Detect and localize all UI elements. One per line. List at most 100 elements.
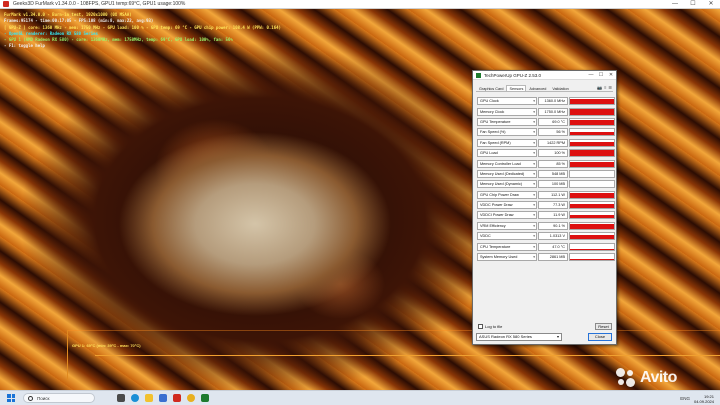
file-explorer-icon[interactable]: [145, 394, 153, 402]
tab-validation[interactable]: Validation: [549, 85, 571, 91]
minimize-button[interactable]: —: [666, 0, 684, 9]
sensor-label[interactable]: Memory Used (Dynamic) ▾: [477, 180, 537, 189]
sensor-row: GPU Load ▾ 100 %: [477, 148, 615, 158]
avito-watermark: Avito: [615, 367, 677, 389]
tab-advanced[interactable]: Advanced: [526, 85, 549, 91]
sensor-label[interactable]: Fan Speed (%) ▾: [477, 128, 537, 137]
chevron-down-icon: ▾: [533, 192, 535, 197]
sensor-label[interactable]: Memory Clock ▾: [477, 107, 537, 116]
sensor-graph: [569, 242, 615, 251]
sensor-row: Memory Used (Dedicated) ▾ 548 MB: [477, 169, 615, 179]
search-icon: [28, 395, 33, 401]
refresh-icon[interactable]: ≡: [604, 85, 606, 90]
sensor-graph-fill: [570, 120, 614, 125]
sensor-graph: [569, 232, 615, 241]
sensor-label[interactable]: GPU Clock ▾: [477, 97, 537, 106]
tab-graphics-card[interactable]: Graphics Card: [476, 85, 506, 91]
chrome-icon[interactable]: [187, 394, 195, 402]
gpuz-maximize-button[interactable]: ☐: [596, 71, 606, 80]
sensor-label[interactable]: System Memory Used ▾: [477, 253, 537, 262]
clock[interactable]: 19:21 04.09.2024: [694, 394, 714, 404]
menu-icon[interactable]: ☰: [608, 85, 612, 90]
sensor-label-text: VDDC: [480, 234, 491, 239]
sensor-label-text: Memory Used (Dynamic): [480, 182, 522, 187]
sensor-row: Memory Controller Load ▾ 85 %: [477, 158, 615, 168]
sensor-graph-fill: [570, 214, 614, 219]
maximize-button[interactable]: ☐: [684, 0, 702, 9]
sensor-label[interactable]: VRM Efficiency ▾: [477, 221, 537, 230]
tray-language[interactable]: ENG: [680, 396, 690, 401]
sensor-value: 100 %: [538, 149, 568, 158]
sensor-value: 548 MB: [538, 169, 568, 178]
gpuz-taskbar-icon[interactable]: [201, 394, 209, 402]
overlay-help: - F1: toggle help: [4, 43, 45, 49]
sensor-graph: [569, 190, 615, 199]
avito-logo-text: Avito: [640, 369, 677, 386]
sensor-label-text: VRM Efficiency: [480, 223, 506, 228]
log-to-file-option[interactable]: Log to file: [478, 324, 502, 329]
sensor-value: 112.1 W: [538, 190, 568, 199]
task-view-icon[interactable]: [117, 394, 125, 402]
close-button-gpuz[interactable]: Close: [588, 333, 612, 341]
sensor-graph-fill: [570, 150, 614, 157]
sensor-label[interactable]: VDDC ▾: [477, 232, 537, 241]
close-button[interactable]: ✕: [702, 0, 720, 9]
sensor-label-text: Fan Speed (RPM): [480, 140, 511, 145]
gpuz-minimize-button[interactable]: —: [586, 71, 596, 80]
sensor-label[interactable]: Memory Controller Load ▾: [477, 159, 537, 168]
sensor-graph-fill: [570, 235, 614, 240]
gpu-select-value: ASUS Radeon RX 580 Series: [479, 334, 532, 339]
chevron-down-icon: ▾: [533, 203, 535, 208]
sensor-row: Fan Speed (RPM) ▾ 1422 RPM: [477, 138, 615, 148]
sensor-list: GPU Clock ▾ 1360.0 MHz Memory Clock ▾ 1750.0 …: [477, 96, 615, 262]
sensor-label[interactable]: VDDCI Power Draw ▾: [477, 211, 537, 220]
taskbar-apps: [117, 394, 209, 402]
gpu-temp-graph-label: GPU 1: 69°C (min: 39°C - max: 70°C): [72, 343, 141, 348]
sensor-value: 56 %: [538, 128, 568, 137]
screenshot-icon[interactable]: 📷: [597, 85, 602, 90]
sensor-label[interactable]: VDDC Power Draw ▾: [477, 201, 537, 210]
furmark-window-title: Geeks3D FurMark v1.34.0.0 - 108FPS, GPU1…: [13, 1, 186, 7]
sensor-graph: [569, 169, 615, 178]
sensor-row: Memory Used (Dynamic) ▾ 100 MB: [477, 179, 615, 189]
sensor-row: CPU Temperature ▾ 47.0 °C: [477, 241, 615, 251]
gpuz-titlebar[interactable]: TechPowerUp GPU-Z 2.53.0 — ☐ ✕: [473, 71, 616, 80]
sensor-value: 85 %: [538, 159, 568, 168]
gpuz-tabs: Graphics Card Sensors Advanced Validatio…: [476, 85, 613, 92]
log-to-file-checkbox[interactable]: [478, 324, 483, 329]
furmark-taskbar-icon[interactable]: [173, 394, 181, 402]
sensor-label[interactable]: Fan Speed (RPM) ▾: [477, 138, 537, 147]
chevron-down-icon: ▾: [533, 151, 535, 156]
sensor-row: VDDCI Power Draw ▾ 11.9 W: [477, 210, 615, 220]
chevron-down-icon: ▾: [533, 182, 535, 187]
start-button[interactable]: [7, 394, 15, 402]
taskbar-search[interactable]: Поиск: [23, 393, 95, 403]
edge-icon[interactable]: [131, 394, 139, 402]
sensor-label[interactable]: GPU Temperature ▾: [477, 117, 537, 126]
clock-date: 04.09.2024: [693, 398, 714, 404]
gpu-select-dropdown[interactable]: ASUS Radeon RX 580 Series ▾: [476, 333, 562, 341]
sensor-graph-fill: [570, 248, 614, 250]
tab-sensors[interactable]: Sensors: [506, 85, 527, 91]
furmark-titlebar[interactable]: Geeks3D FurMark v1.34.0.0 - 108FPS, GPU1…: [0, 0, 720, 9]
sensor-label[interactable]: GPU Chip Power Draw ▾: [477, 190, 537, 199]
store-icon[interactable]: [159, 394, 167, 402]
sensor-label[interactable]: GPU Load ▾: [477, 149, 537, 158]
reset-button[interactable]: Reset: [595, 323, 612, 330]
sensor-label-text: Memory Used (Dedicated): [480, 171, 525, 176]
sensor-graph: [569, 149, 615, 158]
sensor-row: Memory Clock ▾ 1750.0 MHz: [477, 106, 615, 116]
sensor-graph-fill: [570, 161, 614, 167]
sensor-graph-fill: [570, 109, 614, 115]
sensor-row: VDDC ▾ 1.0313 V: [477, 231, 615, 241]
sensor-value: 1750.0 MHz: [538, 107, 568, 116]
sensor-graph: [569, 117, 615, 126]
sensor-value: 69.0 °C: [538, 117, 568, 126]
gpuz-close-x-button[interactable]: ✕: [606, 71, 616, 80]
sensor-value: 2861 MB: [538, 253, 568, 262]
sensor-label[interactable]: Memory Used (Dedicated) ▾: [477, 169, 537, 178]
sensor-label-text: GPU Clock: [480, 99, 499, 104]
sensor-label[interactable]: CPU Temperature ▾: [477, 242, 537, 251]
sensor-label-text: Memory Clock: [480, 109, 505, 114]
chevron-down-icon: ▾: [533, 99, 535, 104]
